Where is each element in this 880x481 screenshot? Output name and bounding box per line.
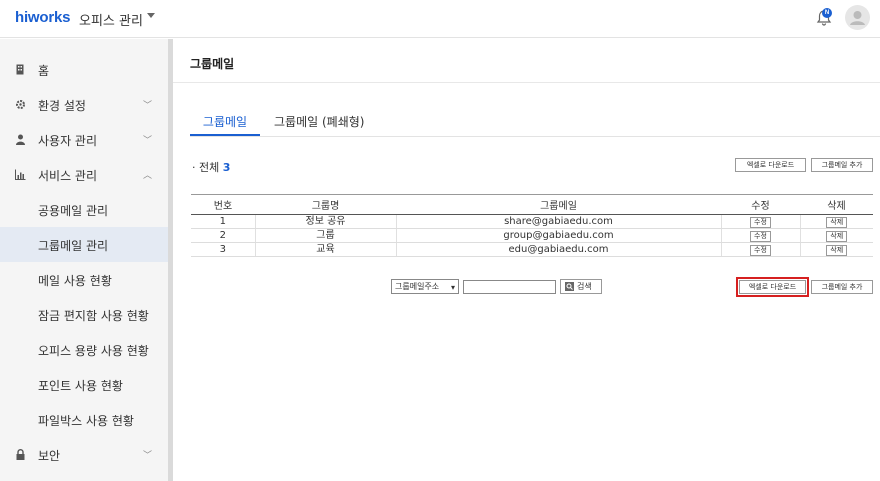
delete-button[interactable]: 삭제 [826,244,848,256]
sidebar-item-label: 그룹메일 관리 [38,239,109,253]
divider [173,82,880,83]
sidebar-item-security[interactable]: 보안 ﹀ [0,437,168,472]
column-header-group-email: 그룹메일 [396,194,721,215]
total-count: · 전체 3 [192,159,230,175]
sidebar-item-label: 환경 설정 [38,99,86,113]
edit-button[interactable]: 수정 [750,244,771,256]
sidebar-item-label: 잠금 편지함 사용 현황 [38,309,149,323]
column-header-group-name: 그룹명 [255,194,396,215]
search-input[interactable] [463,280,556,294]
cell-delete: 삭제 [800,228,873,243]
sidebar-item-service[interactable]: 서비스 관리 ︿ [0,157,168,192]
sidebar-item-shared-mail[interactable]: 공용메일 관리 [0,192,168,227]
table-header-row: 번호 그룹명 그룹메일 수정 삭제 [191,194,873,215]
sidebar-item-group-mail[interactable]: 그룹메일 관리 [0,227,168,262]
excel-download-button-top[interactable]: 엑셀로 다운로드 [735,158,806,172]
column-header-edit: 수정 [721,194,800,215]
sidebar-item-locked-mailbox-usage[interactable]: 잠금 편지함 사용 현황 [0,297,168,332]
sidebar-divider [168,39,173,481]
cell-group-email: edu@gabiaedu.com [395,242,722,257]
chevron-down-icon: ﹀ [143,101,153,111]
chevron-down-icon: ▾ [450,283,455,292]
excel-download-button-bottom[interactable]: 엑셀로 다운로드 [736,277,809,297]
table-row: 2 그룹 group@gabiaedu.com 수정 삭제 [191,228,873,243]
search-button-label: 검색 [577,282,592,291]
edit-button[interactable]: 수정 [750,216,771,228]
cell-group-name: 정보 공유 [254,214,397,229]
table-row: 1 정보 공유 share@gabiaedu.com 수정 삭제 [191,214,873,229]
cell-group-email: share@gabiaedu.com [395,214,722,229]
sidebar-item-label: 메일 사용 현황 [38,274,112,288]
tab-groupmail-closed[interactable]: 그룹메일 (폐쇄형) [274,113,364,130]
cell-edit: 수정 [720,242,801,257]
search-button[interactable]: 검색 [560,279,602,294]
sidebar-item-home[interactable]: 홈 [0,52,168,87]
sidebar-item-label: 홈 [38,64,50,78]
edit-button[interactable]: 수정 [750,230,771,242]
sidebar-item-mail-usage[interactable]: 메일 사용 현황 [0,262,168,297]
sidebar-item-users[interactable]: 사용자 관리 ﹀ [0,122,168,157]
gear-icon [16,100,25,109]
delete-button[interactable]: 삭제 [826,230,848,242]
sidebar-item-label: 파일박스 사용 현황 [38,414,134,428]
column-header-no: 번호 [191,194,255,215]
avatar[interactable] [845,5,870,30]
search-field-select[interactable]: 그룹메일주소 ▾ [391,279,459,294]
chevron-down-icon: ﹀ [143,451,153,461]
cell-group-email: group@gabiaedu.com [395,228,722,243]
tab-bar-divider [190,136,880,137]
cell-group-name: 교육 [254,242,397,257]
sidebar-item-settings[interactable]: 환경 설정 ﹀ [0,87,168,122]
search-field-select-value: 그룹메일주소 [395,282,440,291]
tab-groupmail[interactable]: 그룹메일 [190,113,260,130]
sidebar-item-filebox-usage[interactable]: 파일박스 사용 현황 [0,402,168,437]
page-title: 그룹메일 [190,57,235,71]
sidebar-item-label: 포인트 사용 현황 [38,379,123,393]
search-icon [565,282,574,291]
sidebar-item-label: 오피스 용량 사용 현황 [38,344,149,358]
sidebar-item-label: 서비스 관리 [38,169,98,183]
cell-no: 1 [191,214,255,229]
total-label: · 전체 [192,161,220,174]
office-menu[interactable]: 오피스 관리 [79,10,143,29]
delete-button[interactable]: 삭제 [826,216,848,228]
lock-icon [16,449,25,460]
top-bar: hiworks 오피스 관리 N [0,0,880,38]
cell-no: 3 [191,242,255,257]
user-avatar-icon [850,11,865,25]
add-groupmail-button-top[interactable]: 그룹메일 추가 [811,158,873,172]
hiworks-logo[interactable]: hiworks [15,9,70,26]
sidebar-item-label: 보안 [38,449,61,463]
cell-delete: 삭제 [800,214,873,229]
building-icon [16,64,24,75]
chevron-down-icon[interactable] [147,13,155,18]
table-row: 3 교육 edu@gabiaedu.com 수정 삭제 [191,242,873,257]
add-groupmail-button-bottom[interactable]: 그룹메일 추가 [811,280,873,294]
sidebar-item-point-usage[interactable]: 포인트 사용 현황 [0,367,168,402]
sidebar-item-label: 사용자 관리 [38,134,98,148]
groupmail-table: 번호 그룹명 그룹메일 수정 삭제 1 정보 공유 share@gabiaedu… [191,194,873,257]
cell-no: 2 [191,228,255,243]
sidebar-item-office-storage-usage[interactable]: 오피스 용량 사용 현황 [0,332,168,367]
cell-delete: 삭제 [800,242,873,257]
column-header-delete: 삭제 [800,194,873,215]
chart-icon [15,169,26,180]
total-count-value: 3 [222,161,231,174]
chevron-down-icon: ﹀ [143,136,153,146]
notification-badge: N [822,8,832,18]
cell-edit: 수정 [720,228,801,243]
cell-edit: 수정 [720,214,801,229]
sidebar-item-label: 공용메일 관리 [38,204,109,218]
chevron-up-icon: ︿ [143,171,153,181]
person-icon [16,134,25,145]
cell-group-name: 그룹 [254,228,397,243]
sidebar: 홈 환경 설정 ﹀ 사용자 관리 ﹀ 서비스 관리 ︿ 공용메일 관리 그룹메일… [0,39,168,481]
